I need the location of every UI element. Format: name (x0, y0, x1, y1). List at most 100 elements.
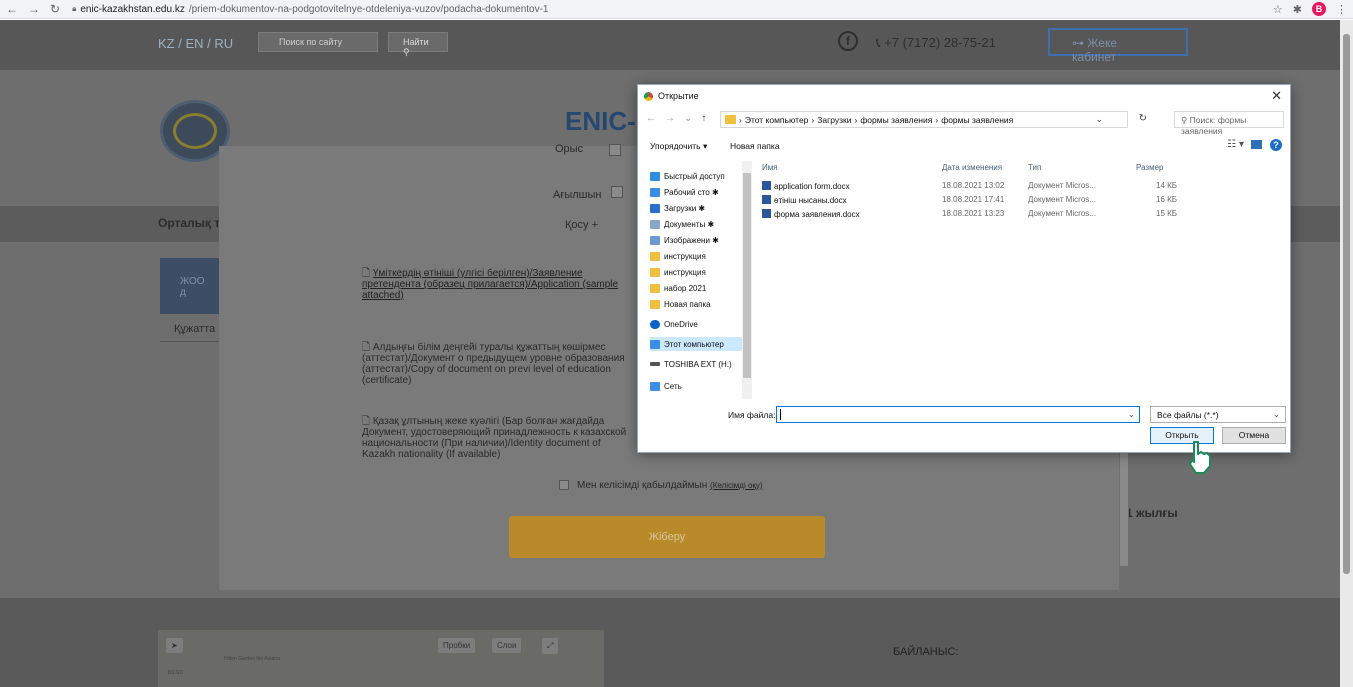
close-icon[interactable]: ✕ (1271, 88, 1282, 104)
filename-input[interactable]: ⌄ (776, 406, 1140, 423)
nav-item-folder[interactable]: Новая папка (650, 297, 744, 311)
folder-icon (725, 115, 736, 124)
dialog-address-bar[interactable]: › Этот компьютер › Загрузки › формы заяв… (720, 111, 1147, 128)
nav-pane-scrollbar[interactable] (742, 161, 752, 399)
back-icon[interactable]: ← (6, 2, 18, 16)
nav-item-label: инструкция (664, 267, 706, 277)
nav-item-folder[interactable]: набор 2021 (650, 281, 744, 295)
help-icon[interactable]: ? (1270, 139, 1282, 151)
agree-checkbox[interactable] (559, 480, 569, 490)
recent-chevron-icon[interactable]: ⌄ (684, 113, 692, 124)
nav-item-documents[interactable]: Документы ✱ (650, 217, 744, 231)
file-row[interactable]: application form.docx 18.08.2021 13:02 Д… (756, 181, 1196, 194)
nav-item-label: TOSHIBA EXT (H:) (664, 359, 732, 369)
file-type-select[interactable]: Все файлы (*.*) ⌄ (1150, 406, 1286, 423)
word-document-icon (762, 195, 771, 204)
dialog-search-input[interactable]: ⚲ Поиск: формы заявления (1174, 111, 1284, 136)
agree-link[interactable]: (Келісімді оқу) (710, 481, 763, 490)
nav-pane-scrollbar-thumb[interactable] (743, 173, 751, 378)
nav-item-label: Документы ✱ (664, 219, 715, 229)
nav-item-downloads[interactable]: Загрузки ✱ (650, 201, 744, 215)
nav-item-label: Сеть (664, 381, 682, 391)
back-icon[interactable]: ← (646, 113, 656, 124)
site-footer: ➤ Пробки Слои ⤢ Hilton Garden Inn Astana… (0, 598, 1340, 687)
file-row[interactable]: өтініш нысаны.docx 18.08.2021 17:41 Доку… (756, 195, 1196, 208)
add-language-button[interactable]: Қосу + (565, 220, 598, 231)
side-tab-documents[interactable]: Құжатта (160, 320, 220, 342)
file-icon: 🗋︎ (362, 416, 371, 427)
chevron-down-icon: ⌄ (1272, 409, 1280, 419)
side-menu-box[interactable]: ЖОО д (160, 258, 220, 314)
file-row[interactable]: форма заявления.docx 18.08.2021 13:23 До… (756, 209, 1196, 222)
column-header-date[interactable]: Дата изменения (942, 163, 1002, 172)
russian-checkbox[interactable] (609, 144, 621, 156)
preview-pane-icon[interactable] (1251, 140, 1262, 149)
submit-button[interactable]: Жіберу (509, 516, 825, 558)
chevron-down-icon[interactable]: ⌄ (1128, 409, 1135, 420)
nav-item-folder[interactable]: инструкция (650, 249, 744, 263)
english-checkbox[interactable] (611, 186, 623, 198)
file-icon: 🗋︎ (362, 268, 371, 279)
forward-icon[interactable]: → (28, 2, 40, 16)
facebook-icon[interactable]: f (838, 31, 858, 51)
dialog-search-placeholder: Поиск: формы заявления (1181, 115, 1247, 136)
computer-icon (650, 339, 660, 349)
cancel-button[interactable]: Отмена (1222, 427, 1286, 444)
profile-avatar[interactable]: B (1312, 2, 1326, 16)
doc-application[interactable]: 🗋︎ Үміткердің өтініші (үлгісі берілген)/… (362, 268, 632, 301)
language-switcher[interactable]: KZ / EN / RU (158, 36, 233, 51)
forward-icon[interactable]: → (665, 113, 675, 124)
browser-toolbar: ← → ↻ 🔒︎ enic-kazakhstan.edu.kz/priem-do… (0, 0, 1353, 19)
cabinet-button[interactable]: ⊶ Жеке кабинет (1048, 28, 1188, 64)
file-type: Документ Micros... (1028, 195, 1096, 204)
map-fullscreen-icon[interactable]: ⤢ (542, 638, 559, 654)
menu-icon[interactable]: ⋮ (1336, 3, 1347, 16)
dialog-toolbar: Упорядочить ▾ Новая папка ☷ ▾ ? (638, 135, 1290, 157)
nav-item-network[interactable]: Сеть (650, 379, 744, 393)
file-date: 18.08.2021 13:02 (942, 181, 1005, 190)
chevron-down-icon[interactable]: ⌄ (1095, 114, 1103, 125)
nav-item-toshiba[interactable]: TOSHIBA EXT (H:) (650, 357, 744, 371)
organize-menu[interactable]: Упорядочить ▾ (650, 141, 707, 152)
map-traffic-button[interactable]: Пробки (438, 638, 476, 653)
nav-item-onedrive[interactable]: OneDrive (650, 317, 744, 331)
nav-item-quick-access[interactable]: Быстрый доступ (650, 169, 744, 183)
folder-icon (650, 251, 660, 261)
site-search-button[interactable]: Найти ⚲ (388, 32, 448, 57)
address-bar[interactable]: 🔒︎ enic-kazakhstan.edu.kz/priem-dokument… (72, 4, 548, 15)
documents-icon (650, 219, 660, 229)
reload-icon[interactable]: ↻ (50, 2, 60, 16)
column-header-name[interactable]: Имя (762, 163, 778, 172)
bookmark-star-icon[interactable]: ☆ (1273, 3, 1283, 16)
up-arrow-icon[interactable]: ↑ (701, 113, 706, 124)
column-header-type[interactable]: Тип (1028, 163, 1041, 172)
extensions-icon[interactable]: ✱ (1293, 3, 1302, 16)
page-scrollbar-thumb[interactable] (1343, 34, 1350, 574)
word-document-icon (762, 181, 771, 190)
breadcrumb-forms-1[interactable]: формы заявления (860, 115, 932, 125)
nav-item-folder[interactable]: инструкция (650, 265, 744, 279)
breadcrumb-this-pc[interactable]: Этот компьютер (745, 115, 809, 125)
nav-item-central[interactable]: Орталық т (158, 216, 220, 230)
breadcrumb-forms-2[interactable]: формы заявления (941, 115, 1013, 125)
nav-item-pictures[interactable]: Изображени ✱ (650, 233, 744, 247)
column-header-size[interactable]: Размер (1136, 163, 1164, 172)
site-search-input[interactable]: Поиск по сайту (258, 32, 378, 52)
nav-item-label: Этот компьютер (664, 339, 724, 349)
breadcrumb-downloads[interactable]: Загрузки (817, 115, 851, 125)
page-scrollbar[interactable] (1340, 20, 1353, 687)
new-folder-button[interactable]: Новая папка (730, 141, 780, 151)
map-locate-icon[interactable]: ➤ (166, 638, 183, 653)
map-layers-button[interactable]: Слои (492, 638, 522, 653)
file-icon: 🗋︎ (362, 342, 371, 353)
nav-item-label: Рабочий сто ✱ (664, 187, 719, 197)
map-widget[interactable]: ➤ Пробки Слои ⤢ Hilton Garden Inn Astana… (158, 630, 604, 687)
file-size: 15 КБ (1156, 209, 1178, 218)
nav-item-desktop[interactable]: Рабочий сто ✱ (650, 185, 744, 199)
view-options-icon[interactable]: ☷ ▾ (1227, 139, 1244, 150)
doc-application-link[interactable]: Үміткердің өтініші (үлгісі берілген)/Зая… (362, 268, 618, 301)
map-label-hilton: Hilton Garden Inn Astana (224, 656, 280, 662)
refresh-icon[interactable]: ↻ (1139, 113, 1147, 124)
nav-item-this-pc[interactable]: Этот компьютер (650, 337, 744, 351)
nav-item-label: Новая папка (664, 299, 711, 309)
